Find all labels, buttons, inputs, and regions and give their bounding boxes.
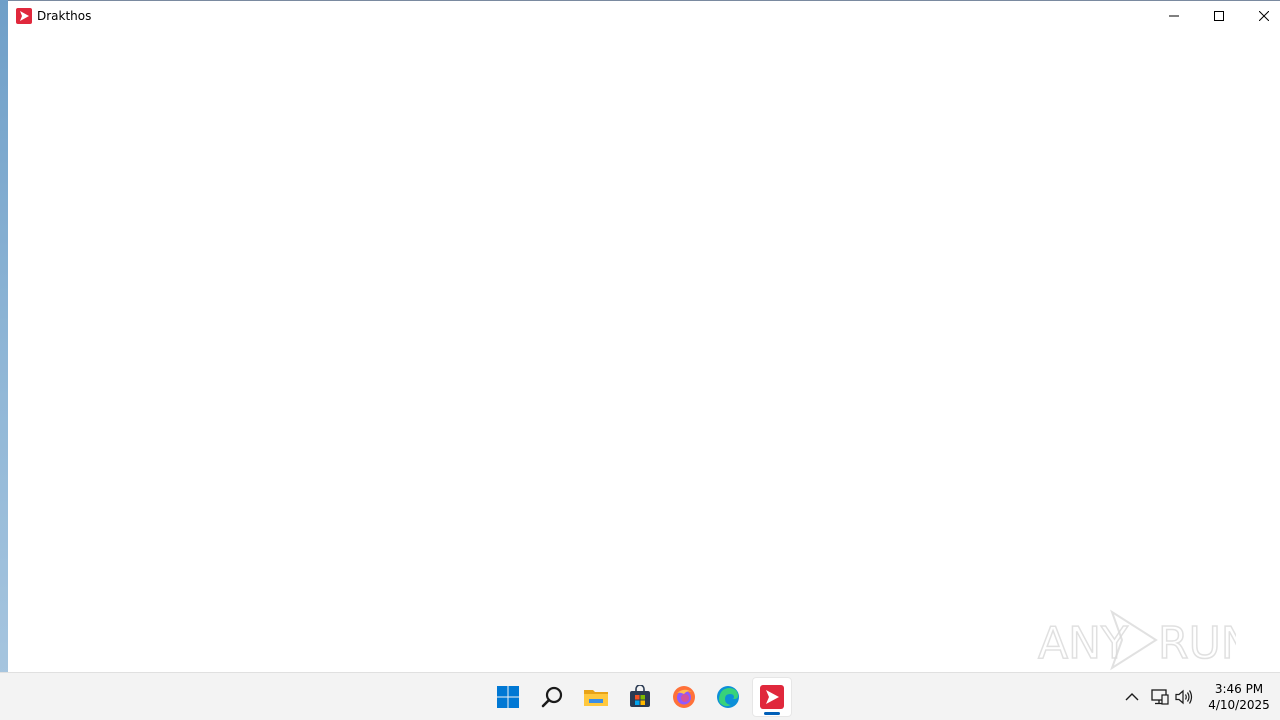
- start-button[interactable]: [488, 677, 528, 717]
- close-button[interactable]: [1241, 1, 1280, 31]
- anyrun-watermark: ANY RUN: [1037, 609, 1236, 671]
- microsoft-store-button[interactable]: [620, 677, 660, 717]
- window-title: Drakthos: [37, 9, 92, 23]
- windows-start-icon: [497, 686, 519, 708]
- file-explorer-button[interactable]: [576, 677, 616, 717]
- title-bar[interactable]: Drakthos: [8, 1, 1280, 31]
- minimize-icon: [1169, 15, 1179, 17]
- drakthos-app-icon: [760, 685, 784, 709]
- taskbar-clock[interactable]: 3:46 PM 4/10/2025: [1198, 681, 1280, 713]
- folder-icon: [584, 690, 608, 706]
- minimize-button[interactable]: [1151, 1, 1197, 31]
- store-icon: [630, 685, 650, 707]
- firefox-icon: [673, 686, 695, 708]
- tray-overflow-button[interactable]: [1120, 673, 1144, 720]
- active-window-indicator: [764, 712, 780, 715]
- maximize-button[interactable]: [1196, 1, 1242, 31]
- window-content-area: [8, 31, 1280, 672]
- taskbar: 3:46 PM 4/10/2025: [0, 672, 1280, 720]
- clock-time: 3:46 PM: [1214, 682, 1264, 696]
- volume-button[interactable]: [1172, 673, 1196, 720]
- app-window: Drakthos: [8, 0, 1280, 672]
- search-icon: [541, 686, 563, 708]
- maximize-icon: [1214, 11, 1224, 21]
- network-button[interactable]: [1148, 673, 1172, 720]
- network-icon: [1151, 689, 1169, 705]
- watermark-text-right: RUN: [1158, 618, 1236, 669]
- drakthos-app-icon: [16, 8, 32, 24]
- edge-icon: [717, 686, 739, 708]
- search-button[interactable]: [532, 677, 572, 717]
- speaker-icon: [1175, 689, 1193, 705]
- edge-button[interactable]: [708, 677, 748, 717]
- close-icon: [1259, 11, 1269, 21]
- chevron-up-icon: [1125, 693, 1139, 701]
- firefox-button[interactable]: [664, 677, 704, 717]
- drakthos-taskbar-button[interactable]: [752, 677, 792, 717]
- clock-date: 4/10/2025: [1208, 698, 1270, 712]
